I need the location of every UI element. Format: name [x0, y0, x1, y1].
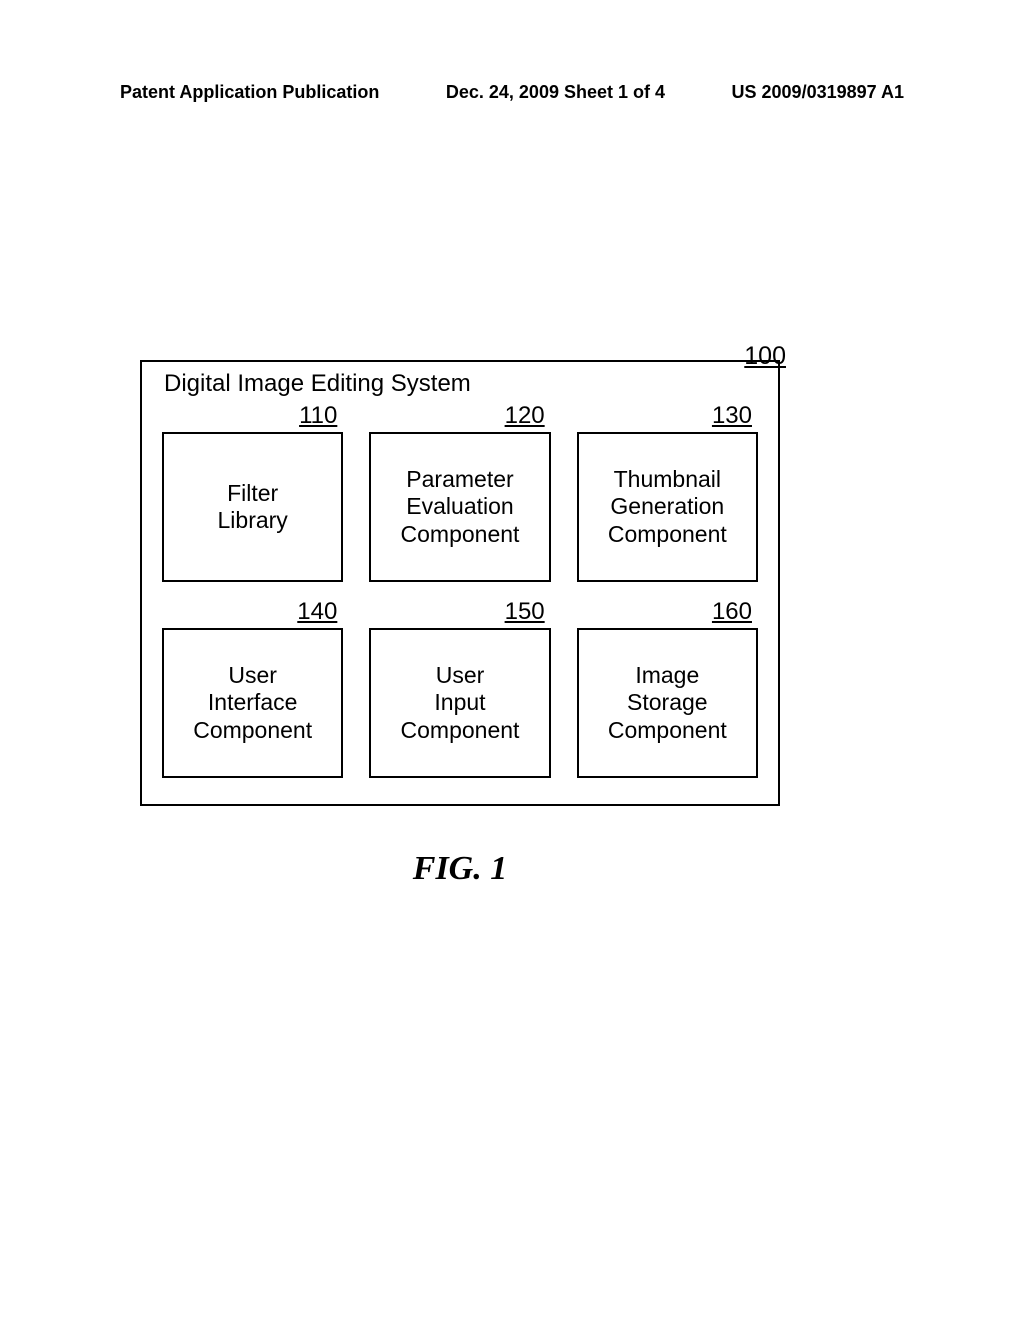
- system-box: Digital Image Editing System 110 Filter …: [140, 360, 780, 806]
- cell-110: 110 Filter Library: [162, 402, 343, 582]
- figure-caption: FIG. 1: [140, 850, 780, 888]
- box-user-interface: User Interface Component: [162, 628, 343, 778]
- ref-140: 140: [297, 598, 337, 626]
- ref-110: 110: [299, 402, 337, 430]
- cell-160: 160 Image Storage Component: [577, 598, 758, 778]
- header-right: US 2009/0319897 A1: [732, 82, 904, 103]
- box-parameter-evaluation: Parameter Evaluation Component: [369, 432, 550, 582]
- cell-140: 140 User Interface Component: [162, 598, 343, 778]
- cell-130: 130 Thumbnail Generation Component: [577, 402, 758, 582]
- page-header: Patent Application Publication Dec. 24, …: [120, 82, 904, 103]
- system-title: Digital Image Editing System: [164, 370, 758, 398]
- cell-120: 120 Parameter Evaluation Component: [369, 402, 550, 582]
- header-mid: Dec. 24, 2009 Sheet 1 of 4: [446, 82, 665, 103]
- box-user-input: User Input Component: [369, 628, 550, 778]
- diagram-stage: 100 Digital Image Editing System 110 Fil…: [140, 360, 780, 888]
- box-filter-library: Filter Library: [162, 432, 343, 582]
- ref-130: 130: [712, 402, 752, 430]
- row-1: 110 Filter Library 120 Parameter Evaluat…: [162, 402, 758, 582]
- header-left: Patent Application Publication: [120, 82, 379, 103]
- ref-160: 160: [712, 598, 752, 626]
- row-2: 140 User Interface Component 150 User In…: [162, 598, 758, 778]
- ref-120: 120: [505, 402, 545, 430]
- cell-150: 150 User Input Component: [369, 598, 550, 778]
- box-image-storage: Image Storage Component: [577, 628, 758, 778]
- box-thumbnail-generation: Thumbnail Generation Component: [577, 432, 758, 582]
- ref-150: 150: [505, 598, 545, 626]
